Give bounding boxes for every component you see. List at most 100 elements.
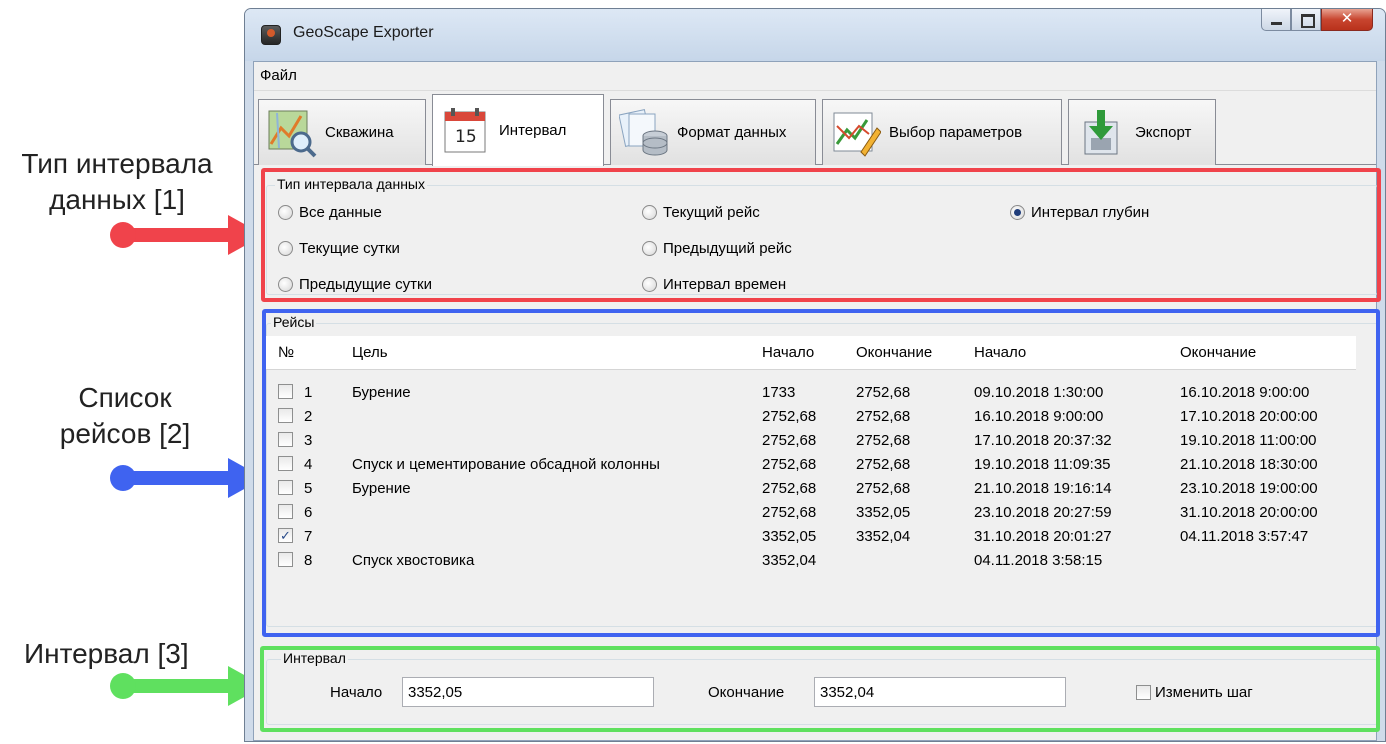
callout-arrow-blue <box>110 458 264 498</box>
app-logo-icon <box>261 25 281 45</box>
title-bar[interactable]: GeoScape Exporter ✕ <box>245 9 1385 61</box>
cell-end-depth: 2752,68 <box>856 432 911 449</box>
cell-start-depth: 3352,05 <box>762 528 817 545</box>
minimize-button[interactable] <box>1261 9 1291 31</box>
row-checkbox[interactable] <box>278 480 293 495</box>
tab-export[interactable]: Экспорт <box>1068 99 1216 165</box>
tab-parameters[interactable]: Выбор параметров <box>822 99 1062 165</box>
row-checkbox[interactable] <box>278 432 293 447</box>
row-checkbox[interactable] <box>278 408 293 423</box>
col-end-depth[interactable]: Окончание <box>856 344 932 361</box>
cell-start-time: 09.10.2018 1:30:00 <box>974 384 1104 401</box>
table-row[interactable]: ✓ 7 3352,05 3352,04 31.10.2018 20:01:27 04.11… <box>266 526 1356 550</box>
radio-current-day-label: Текущие сутки <box>299 240 400 257</box>
callout-arrow-green <box>110 666 264 706</box>
radio-previous-run-label: Предыдущий рейс <box>663 240 792 257</box>
col-end-time[interactable]: Окончание <box>1180 344 1256 361</box>
cell-end-depth: 3352,04 <box>856 528 911 545</box>
interval-end-label: Окончание <box>708 684 785 701</box>
tab-data-format[interactable]: Формат данных <box>610 99 816 165</box>
radio-current-day[interactable]: Текущие сутки <box>278 240 400 257</box>
radio-current-run-label: Текущий рейс <box>663 204 760 221</box>
callout-interval-type-text: Тип интервала данных [1] <box>21 148 213 215</box>
row-checkbox[interactable] <box>278 456 293 471</box>
cell-end-depth: 2752,68 <box>856 408 911 425</box>
export-icon <box>1077 108 1127 158</box>
cell-end-time: 04.11.2018 3:57:47 <box>1180 528 1309 545</box>
table-row[interactable]: 3 2752,68 2752,68 17.10.2018 20:37:32 19.10.… <box>266 430 1356 454</box>
callout-interval-type: Тип интервала данных [1] <box>2 146 232 218</box>
col-goal[interactable]: Цель <box>352 344 388 361</box>
tab-well[interactable]: Скважина <box>258 99 426 165</box>
cell-number: 7 <box>304 528 313 545</box>
row-checkbox[interactable] <box>278 504 293 519</box>
table-row[interactable]: 5 Бурение 2752,68 2752,68 21.10.2018 19:16:1… <box>266 478 1356 502</box>
table-row[interactable]: 8 Спуск хвостовика 3352,04 04.11.2018 3:58:… <box>266 550 1356 574</box>
menu-bar: Файл <box>254 62 1376 91</box>
maximize-button[interactable] <box>1291 9 1321 31</box>
table-row[interactable]: 1 Бурение 1733 2752,68 09.10.2018 1:30:00 16.… <box>266 382 1356 406</box>
cell-number: 1 <box>304 384 313 401</box>
radio-depth-interval-dot <box>1010 205 1025 220</box>
table-row[interactable]: 6 2752,68 3352,05 23.10.2018 20:27:59 31.10.… <box>266 502 1356 526</box>
cell-number: 4 <box>304 456 313 473</box>
interval-end-input[interactable] <box>814 677 1066 707</box>
interval-start-input[interactable] <box>402 677 654 707</box>
tab-well-label: Скважина <box>325 124 394 141</box>
cell-end-time: 17.10.2018 20:00:00 <box>1180 408 1318 425</box>
chart-edit-icon <box>831 108 882 158</box>
interval-start-label: Начало <box>330 684 383 701</box>
radio-previous-day-dot <box>278 277 293 292</box>
row-checkbox[interactable] <box>278 552 293 567</box>
radio-depth-interval-label: Интервал глубин <box>1031 204 1150 221</box>
col-number[interactable]: № <box>278 344 294 361</box>
cell-start-depth: 2752,68 <box>762 504 817 521</box>
cell-start-depth: 3352,04 <box>762 552 817 569</box>
cell-start-time: 19.10.2018 11:09:35 <box>974 456 1111 473</box>
col-start-time[interactable]: Начало <box>974 344 1026 361</box>
database-icon <box>618 108 669 158</box>
cell-end-time: 16.10.2018 9:00:00 <box>1180 384 1310 401</box>
row-checkbox[interactable] <box>278 384 293 399</box>
radio-all-data[interactable]: Все данные <box>278 204 382 221</box>
cell-start-time: 31.10.2018 20:01:27 <box>974 528 1112 545</box>
cell-goal: Бурение <box>352 480 411 497</box>
cell-number: 3 <box>304 432 313 449</box>
cell-start-depth: 2752,68 <box>762 480 817 497</box>
col-start-depth[interactable]: Начало <box>762 344 814 361</box>
close-button[interactable]: ✕ <box>1321 9 1373 31</box>
tab-interval[interactable]: 15 Интервал <box>432 94 604 166</box>
table-row[interactable]: 4 Спуск и цементирование обсадной колонны… <box>266 454 1356 478</box>
runs-table-header: № Цель Начало Окончание Начало Окончание <box>266 336 1356 370</box>
cell-end-time: 21.10.2018 18:30:00 <box>1180 456 1318 473</box>
radio-depth-interval[interactable]: Интервал глубин <box>1010 204 1149 221</box>
tab-data-format-label: Формат данных <box>677 124 787 141</box>
cell-number: 2 <box>304 408 313 425</box>
cell-number: 8 <box>304 552 313 569</box>
radio-all-data-label: Все данные <box>299 204 382 221</box>
radio-current-run[interactable]: Текущий рейс <box>642 204 760 221</box>
callout-interval-text: Интервал [3] <box>24 638 189 669</box>
menu-file[interactable]: Файл <box>254 62 303 89</box>
well-map-icon <box>267 108 317 158</box>
calendar-icon-text: 15 <box>455 127 477 147</box>
cell-end-time: 19.10.2018 11:00:00 <box>1180 432 1317 449</box>
cell-end-depth: 2752,68 <box>856 480 911 497</box>
radio-previous-run[interactable]: Предыдущий рейс <box>642 240 792 257</box>
cell-start-time: 04.11.2018 3:58:15 <box>974 552 1103 569</box>
cell-start-depth: 2752,68 <box>762 432 817 449</box>
table-row[interactable]: 2 2752,68 2752,68 16.10.2018 9:00:00 17.10.2… <box>266 406 1356 430</box>
cell-start-time: 21.10.2018 19:16:14 <box>974 480 1112 497</box>
cell-start-depth: 2752,68 <box>762 408 817 425</box>
callout-runs-list-text: Список рейсов [2] <box>59 382 191 449</box>
radio-time-interval[interactable]: Интервал времен <box>642 276 786 293</box>
tab-export-label: Экспорт <box>1135 124 1192 141</box>
change-step-checkbox[interactable]: Изменить шаг <box>1136 684 1253 701</box>
cell-start-time: 17.10.2018 20:37:32 <box>974 432 1112 449</box>
cell-end-depth: 3352,05 <box>856 504 911 521</box>
cell-end-depth: 2752,68 <box>856 456 911 473</box>
callout-runs-list: Список рейсов [2] <box>40 380 210 452</box>
row-checkbox[interactable]: ✓ <box>278 528 293 543</box>
radio-previous-day[interactable]: Предыдущие сутки <box>278 276 432 293</box>
tab-strip: Скважина 15 Интервал Формат данных Выбор… <box>254 91 1376 166</box>
